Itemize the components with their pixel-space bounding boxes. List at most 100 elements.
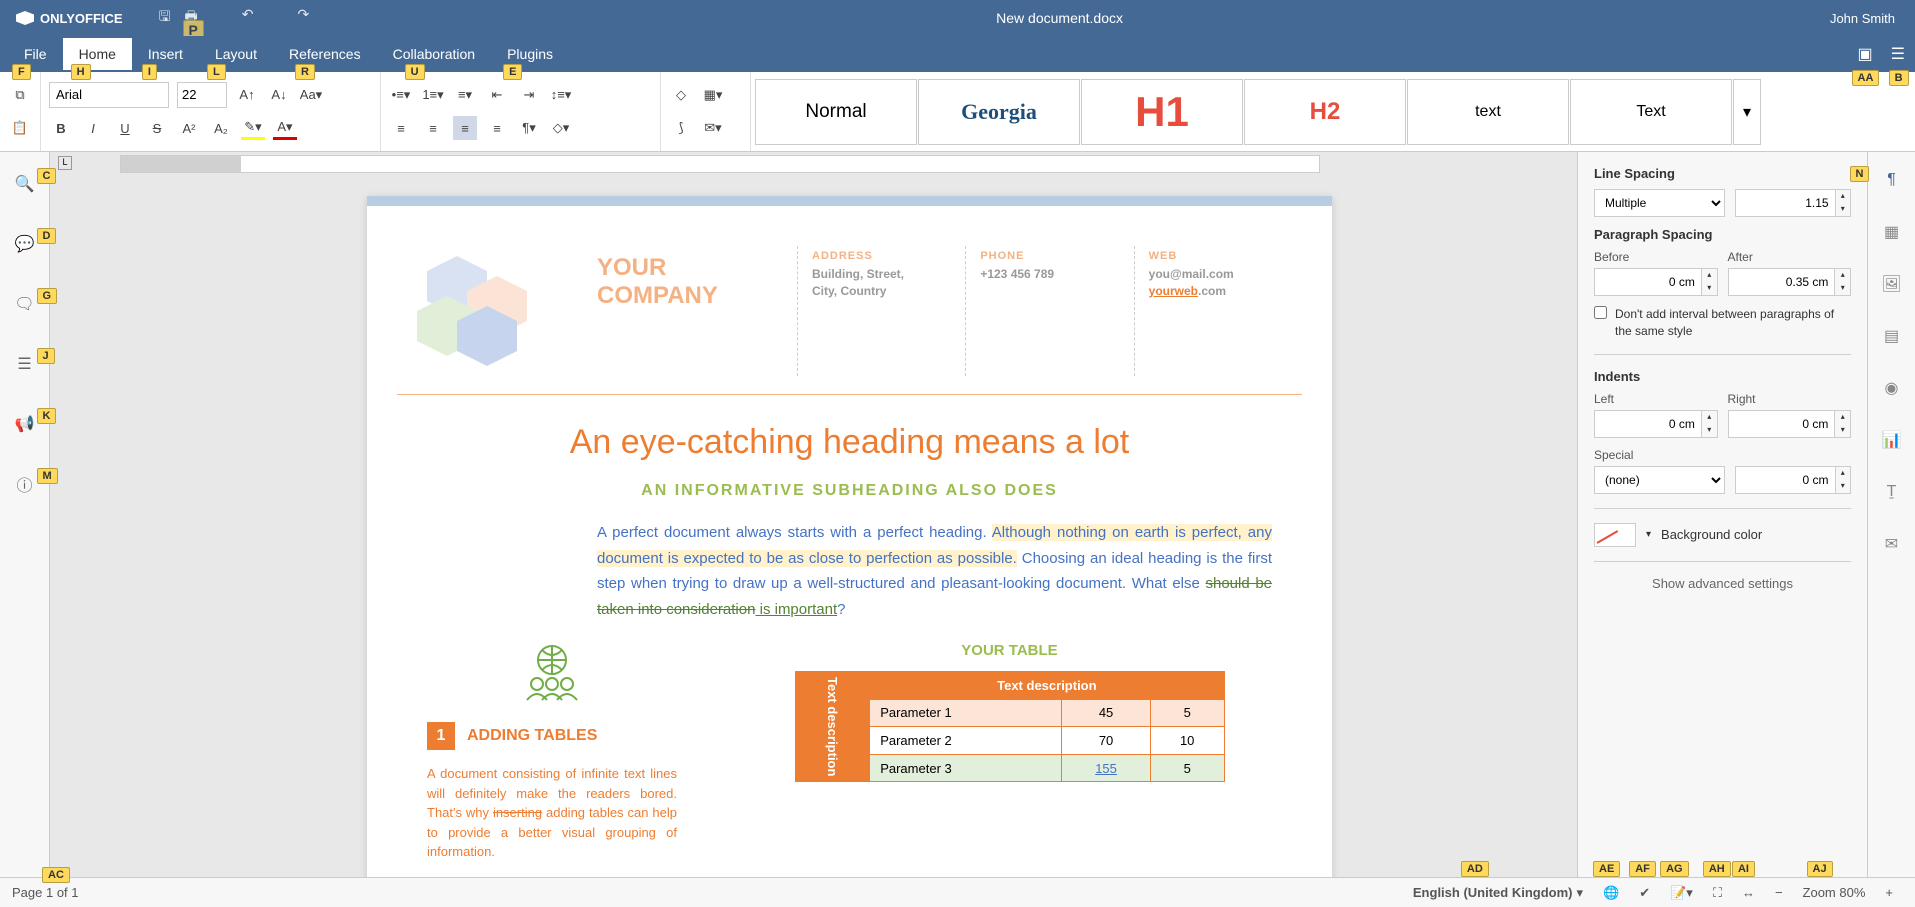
chat-icon[interactable]: 🗨G	[11, 290, 39, 318]
view-settings-icon[interactable]: ☰B	[1891, 44, 1905, 64]
about-icon[interactable]: ⓘM	[11, 470, 39, 498]
image-settings-icon[interactable]: 🖼	[1878, 270, 1906, 298]
navigation-icon[interactable]: ☰J	[11, 350, 39, 378]
style-georgia[interactable]: Georgia	[918, 79, 1080, 145]
italic-button[interactable]: I	[81, 116, 105, 140]
keytip-f: F	[12, 64, 31, 80]
no-interval-checkbox[interactable]	[1594, 306, 1607, 319]
tab-file[interactable]: FileF	[8, 38, 63, 70]
line-spacing-value-input[interactable]	[1735, 189, 1836, 217]
language-select[interactable]: ADEnglish (United Kingdom) ▾	[1403, 885, 1593, 901]
zoom-level[interactable]: AJZoom 80%	[1793, 885, 1876, 900]
search-icon[interactable]: 🔍C	[11, 170, 39, 198]
decrease-font-icon[interactable]: A↓	[267, 83, 291, 107]
tab-home[interactable]: HomeH	[63, 38, 132, 70]
align-center-button[interactable]: ≡	[421, 116, 445, 140]
line-spacing-type-select[interactable]: Multiple	[1594, 189, 1725, 217]
align-left-button[interactable]: ≡	[389, 116, 413, 140]
doc-address-label: ADDRESS	[812, 250, 951, 262]
shape-settings-icon[interactable]: ◉	[1878, 374, 1906, 402]
tab-insert[interactable]: InsertI	[132, 38, 199, 70]
special-indent-select[interactable]: (none)	[1594, 466, 1725, 494]
header-footer-icon[interactable]: ▤	[1878, 322, 1906, 350]
chevron-down-icon[interactable]: ▾	[1646, 529, 1651, 540]
vertical-ruler[interactable]	[98, 176, 122, 877]
increase-indent-button[interactable]: ⇥	[517, 83, 541, 107]
paragraph-settings-icon[interactable]: ¶N	[1878, 166, 1906, 194]
highlight-color-button[interactable]: ✎▾	[241, 116, 265, 140]
open-location-icon[interactable]: ▣AA	[1858, 44, 1873, 64]
increase-font-icon[interactable]: A↑	[235, 83, 259, 107]
numbering-button[interactable]: 1≡▾	[421, 83, 445, 107]
bg-color-swatch[interactable]	[1594, 523, 1636, 547]
track-changes-icon[interactable]: 📝▾AG	[1660, 885, 1703, 901]
doc-language-icon[interactable]: 🌐AE	[1593, 885, 1629, 901]
shading-button[interactable]: ◇▾	[549, 116, 573, 140]
strikethrough-button[interactable]: S	[145, 116, 169, 140]
textart-settings-icon[interactable]: Ṯ	[1878, 478, 1906, 506]
clear-style-button[interactable]: ◇	[669, 83, 693, 107]
comments-icon[interactable]: 💬D	[11, 230, 39, 258]
tab-plugins[interactable]: PluginsE	[491, 38, 569, 70]
zoom-in-button[interactable]: +	[1875, 885, 1903, 900]
style-h2[interactable]: H2	[1244, 79, 1406, 145]
subscript-button[interactable]: A₂	[209, 116, 233, 140]
bold-button[interactable]: B	[49, 116, 73, 140]
spinner-up-icon[interactable]: ▴	[1836, 190, 1850, 203]
align-right-button[interactable]: ≡	[453, 116, 477, 140]
spacing-before-input[interactable]	[1594, 268, 1702, 296]
style-normal[interactable]: Normal	[755, 79, 917, 145]
table-settings-icon[interactable]: ▦	[1878, 218, 1906, 246]
mail-merge-icon[interactable]: ✉	[1878, 530, 1906, 558]
app-logo[interactable]: ONLYOFFICE	[0, 11, 139, 26]
tab-layout[interactable]: LayoutL	[199, 38, 273, 70]
tab-references[interactable]: ReferencesR	[273, 38, 377, 70]
print-icon[interactable]: 🖶P	[185, 6, 198, 30]
mailings-button[interactable]: ✉▾	[701, 116, 725, 140]
spacing-after-input[interactable]	[1728, 268, 1836, 296]
user-name[interactable]: John Smith	[1810, 11, 1915, 26]
bullets-button[interactable]: •≡▾	[389, 83, 413, 107]
indent-left-input[interactable]	[1594, 410, 1702, 438]
feedback-icon[interactable]: 📢K	[11, 410, 39, 438]
copy-style-button[interactable]: ⟆	[669, 116, 693, 140]
indents-label: Indents	[1594, 369, 1851, 384]
change-case-icon[interactable]: Aa▾	[299, 83, 323, 107]
chart-settings-icon[interactable]: 📊	[1878, 426, 1906, 454]
special-indent-input[interactable]	[1735, 466, 1836, 494]
font-family-select[interactable]	[49, 82, 169, 108]
multilevel-button[interactable]: ≡▾	[453, 83, 477, 107]
undo-icon[interactable]: ↶	[242, 6, 254, 30]
style-text2[interactable]: Text	[1570, 79, 1732, 145]
paste-icon[interactable]: 📋	[8, 116, 32, 140]
keytip-l: L	[207, 64, 226, 80]
nonprinting-button[interactable]: ¶▾	[517, 116, 541, 140]
font-size-select[interactable]	[177, 82, 227, 108]
redo-icon[interactable]: ↷	[297, 6, 309, 30]
style-text[interactable]: text	[1407, 79, 1569, 145]
decrease-indent-button[interactable]: ⇤	[485, 83, 509, 107]
advanced-settings-link[interactable]: Show advanced settings	[1594, 576, 1851, 591]
indent-right-input[interactable]	[1728, 410, 1836, 438]
style-h1[interactable]: H1	[1081, 79, 1243, 145]
tab-collaboration[interactable]: CollaborationU	[377, 38, 492, 70]
page-status[interactable]: Page 1 of 1	[12, 885, 79, 900]
spellcheck-icon[interactable]: ✔AF	[1629, 885, 1660, 901]
editor-scroll[interactable]: YOURCOMPANY ADDRESSBuilding, Street,City…	[50, 176, 1577, 877]
fit-width-icon[interactable]: ↔AI	[1732, 885, 1765, 900]
fit-page-icon[interactable]: ⛶AH	[1703, 885, 1732, 901]
copy-icon[interactable]: ⧉	[8, 83, 32, 107]
tab-stop-icon[interactable]: L	[58, 156, 72, 170]
align-justify-button[interactable]: ≡	[485, 116, 509, 140]
underline-button[interactable]: U	[113, 116, 137, 140]
line-spacing-button[interactable]: ↕≡▾	[549, 83, 573, 107]
font-color-button[interactable]: A▾	[273, 116, 297, 140]
theme-colors-button[interactable]: ▦▾	[701, 83, 725, 107]
zoom-out-button[interactable]: −	[1765, 885, 1793, 900]
style-expand-button[interactable]: ▾	[1733, 79, 1761, 145]
document-page[interactable]: YOURCOMPANY ADDRESSBuilding, Street,City…	[367, 196, 1332, 877]
spinner-down-icon[interactable]: ▾	[1836, 203, 1850, 216]
horizontal-ruler[interactable]: L	[50, 152, 1577, 176]
save-icon[interactable]: 🖫	[159, 6, 171, 30]
superscript-button[interactable]: A²	[177, 116, 201, 140]
